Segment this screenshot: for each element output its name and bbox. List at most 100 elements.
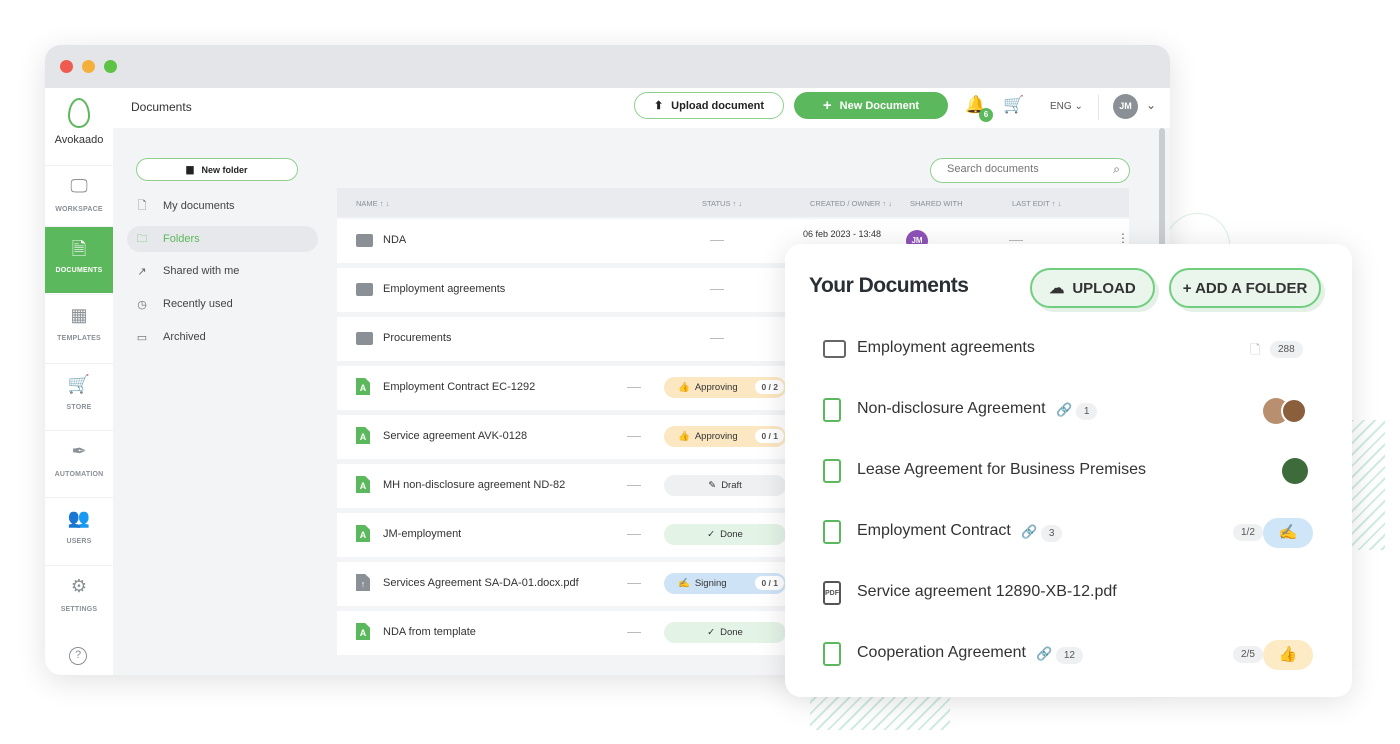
card-list-item[interactable]: Lease Agreement for Business Premises (823, 457, 1323, 487)
document-icon: A (356, 427, 372, 445)
column-name[interactable]: NAME ↑ ↓ (356, 199, 389, 208)
row-name[interactable]: Service agreement AVK-0128 (383, 430, 527, 442)
row-name[interactable]: Employment agreements (383, 283, 505, 295)
sidebar-label: SETTINGS (60, 606, 98, 613)
row-name[interactable]: Services Agreement SA-DA-01.docx.pdf (383, 577, 579, 589)
progress-count: 2/5 (1233, 646, 1263, 663)
card-list-item[interactable]: Cooperation Agreement 🔗 12 2/5 👍 (823, 640, 1323, 670)
document-icon: A (356, 378, 372, 396)
card-list-item[interactable]: Non-disclosure Agreement 🔗 1 (823, 396, 1323, 426)
dash (627, 534, 641, 535)
card-list-item[interactable]: Employment Contract 🔗 3 1/2 ✍ (823, 518, 1323, 548)
document-icon (823, 398, 841, 422)
button-label: Upload document (671, 99, 765, 112)
sidebar-item-store[interactable]: 🛒 STORE (45, 363, 113, 427)
chevron-down-icon[interactable]: ⌄ (1146, 98, 1156, 112)
sidebar-label: AUTOMATION (54, 471, 104, 478)
sidebar-item-automation[interactable]: ✒ AUTOMATION (45, 430, 113, 494)
item-name: Cooperation Agreement (857, 644, 1026, 661)
status-badge: ✓ Done (664, 524, 786, 545)
more-options-icon[interactable]: ⋮ (1117, 231, 1129, 245)
dash (627, 583, 641, 584)
clock-icon: ◷ (137, 298, 147, 311)
status-badge: 👍 Approving 0 / 2 (664, 377, 786, 398)
file-icon: 🗋 (1250, 342, 1261, 357)
document-icon (823, 520, 841, 544)
sidebar-item-settings[interactable]: ⚙ SETTINGS (45, 565, 113, 629)
title-bar (45, 45, 1170, 88)
link-icon: 🔗 (1021, 524, 1038, 539)
nav-label: Shared with me (163, 265, 240, 277)
folder-plus-icon: ▆ (186, 164, 194, 174)
status-label: Draft (721, 480, 742, 491)
search-input[interactable] (947, 163, 1097, 175)
dash (627, 436, 641, 437)
minimize-window-button[interactable] (82, 60, 95, 73)
cart-icon[interactable]: 🛒 (1003, 95, 1024, 115)
pen-icon: ✒ (71, 441, 87, 461)
sidebar-item-workspace[interactable]: 🖵 WORKSPACE (45, 165, 113, 229)
card-list-item[interactable]: PDF Service agreement 12890-XB-12.pdf (823, 579, 1323, 609)
nav-shared-with-me[interactable]: ↗ Shared with me (127, 258, 318, 284)
item-name: Non-disclosure Agreement (857, 400, 1046, 417)
status-badge: 👍 Approving 0 / 1 (664, 426, 786, 447)
avatar (1282, 458, 1308, 484)
column-last-edit[interactable]: LAST EDIT ↑ ↓ (1012, 199, 1061, 208)
row-name[interactable]: Procurements (383, 332, 451, 344)
nav-label: Folders (163, 233, 200, 245)
new-folder-button[interactable]: ▆ New folder (136, 158, 298, 181)
dash (627, 387, 641, 388)
item-name: Service agreement 12890-XB-12.pdf (857, 583, 1117, 600)
page-title: Documents (131, 100, 192, 114)
nav-folders[interactable]: 🗀 Folders (127, 226, 318, 252)
row-name[interactable]: NDA from template (383, 626, 476, 638)
status-badge: ✍ Signing 0 / 1 (664, 573, 786, 594)
help-icon[interactable]: ? (69, 647, 87, 665)
search-box[interactable]: ⌕ (930, 158, 1130, 183)
add-folder-button[interactable]: + ADD A FOLDER (1169, 268, 1321, 308)
avocado-logo-icon (68, 98, 90, 128)
nav-recently-used[interactable]: ◷ Recently used (127, 291, 318, 317)
search-icon[interactable]: ⌕ (1113, 162, 1120, 177)
button-label: UPLOAD (1072, 279, 1136, 297)
item-name: Employment Contract (857, 522, 1011, 539)
card-list-item[interactable]: Employment agreements 🗋 288 (823, 335, 1323, 365)
row-name[interactable]: NDA (383, 234, 406, 246)
status-icon: ✓ (707, 529, 716, 540)
column-status[interactable]: STATUS ↑ ↓ (702, 199, 742, 208)
nav-my-documents[interactable]: 🗋 My documents (127, 193, 318, 219)
button-label: New Document (839, 99, 920, 112)
row-name[interactable]: Employment Contract EC-1292 (383, 381, 535, 393)
dash (710, 338, 724, 339)
upload-button[interactable]: ☁ UPLOAD (1030, 268, 1155, 308)
row-name[interactable]: JM-employment (383, 528, 461, 540)
new-document-button[interactable]: + New Document (794, 92, 948, 119)
folder-icon (356, 280, 373, 298)
sidebar-item-templates[interactable]: ▦ TEMPLATES (45, 294, 113, 358)
shared-folder-icon (356, 329, 373, 347)
close-window-button[interactable] (60, 60, 73, 73)
document-icon (823, 459, 841, 483)
signature-icon: ✍ (1263, 518, 1313, 548)
uploaded-file-icon: ↑ (356, 574, 372, 592)
column-shared: SHARED WITH (910, 199, 963, 208)
status-icon: ✎ (708, 480, 717, 491)
row-name[interactable]: MH non-disclosure agreement ND-82 (383, 479, 565, 491)
dash (627, 632, 641, 633)
card-title: Your Documents (809, 274, 969, 297)
folder-icon (823, 340, 846, 358)
sidebar-item-documents[interactable]: 🗎 DOCUMENTS (45, 226, 113, 293)
nav-archived[interactable]: ▭ Archived (127, 324, 318, 350)
status-label: Done (720, 627, 743, 638)
column-created[interactable]: CREATED / OWNER ↑ ↓ (810, 199, 892, 208)
logo[interactable]: Avokaado (45, 88, 113, 163)
brand-name: Avokaado (54, 134, 104, 146)
maximize-window-button[interactable] (104, 60, 117, 73)
upload-document-button[interactable]: ⬆ Upload document (634, 92, 784, 119)
language-select[interactable]: ENG ⌄ (1050, 101, 1083, 112)
sidebar-item-users[interactable]: 👥 USERS (45, 497, 113, 561)
file-count: 288 (1270, 341, 1303, 358)
scrollbar[interactable] (1159, 128, 1165, 250)
sidebar-label: DOCUMENTS (55, 267, 103, 274)
user-avatar[interactable]: JM (1113, 94, 1138, 119)
